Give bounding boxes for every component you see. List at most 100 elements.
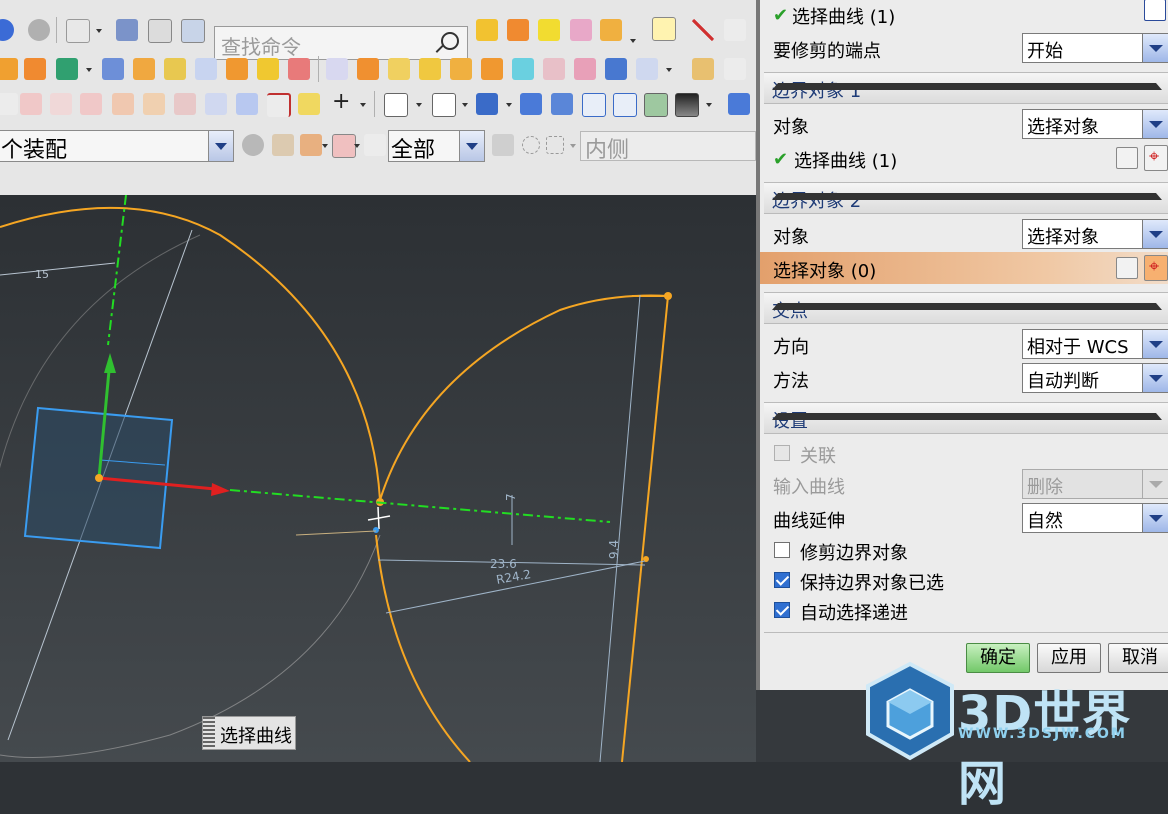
chevron-down-icon[interactable] — [1142, 34, 1168, 62]
box-icon[interactable] — [226, 58, 248, 80]
extract-icon[interactable] — [205, 93, 227, 115]
hand-icon[interactable] — [692, 58, 714, 80]
iso-view-icon[interactable] — [520, 93, 542, 115]
divide-icon[interactable] — [236, 93, 258, 115]
hidden-line-icon[interactable] — [613, 93, 637, 117]
associative-row[interactable]: 关联 — [760, 436, 1168, 470]
boundary-1-object-combo[interactable]: 选择对象 — [1022, 109, 1168, 139]
cone-icon[interactable] — [476, 19, 498, 41]
sketch-canvas[interactable]: 15 23.6 R24.2 7 9.4 — [0, 195, 756, 762]
top-selected-row[interactable]: ✔ 选择曲线 (1) — [760, 0, 1168, 31]
chevron-down-icon[interactable] — [1142, 504, 1168, 532]
chevron-down-icon[interactable] — [1142, 330, 1168, 358]
section-icon[interactable] — [728, 93, 750, 115]
chevron-up-icon[interactable] — [772, 303, 1162, 310]
wave-icon[interactable] — [538, 19, 560, 41]
inner-side-field[interactable]: 内侧 — [580, 131, 756, 163]
undo-icon[interactable] — [0, 19, 14, 41]
sew-icon[interactable] — [450, 58, 472, 80]
intersect-icon[interactable] — [143, 93, 165, 115]
copy-icon[interactable] — [181, 19, 205, 43]
extrude-icon[interactable] — [24, 58, 46, 80]
assembly-icon[interactable] — [600, 19, 622, 41]
section-boundary-2[interactable]: 边界对象 2 — [764, 182, 1168, 214]
surface-icon[interactable] — [164, 58, 186, 80]
wrap-icon[interactable] — [174, 93, 196, 115]
boundary-1-selected-row[interactable]: ✔ 选择曲线 (1) ⌖ — [760, 141, 1168, 175]
circle-select-icon[interactable] — [522, 136, 540, 154]
curve-select-icon[interactable] — [1144, 0, 1166, 21]
section-boundary-1[interactable]: 边界对象 1 — [764, 72, 1168, 104]
boundary-2-selected-row[interactable]: 选择对象 (0) ⌖ — [760, 252, 1168, 284]
keep-boundary-checkbox[interactable] — [774, 572, 790, 588]
chevron-down-icon[interactable] — [208, 131, 233, 161]
redo-icon[interactable] — [28, 19, 50, 41]
layer-icon[interactable] — [148, 19, 172, 43]
input-curve-combo[interactable]: 删除 — [1022, 469, 1168, 499]
text-icon[interactable] — [0, 93, 18, 115]
chevron-down-icon[interactable] — [1142, 110, 1168, 138]
chevron-up-icon[interactable] — [772, 83, 1162, 90]
sphere-icon[interactable] — [636, 58, 658, 80]
section-intersection[interactable]: 交点 — [764, 292, 1168, 324]
trim-body-icon[interactable] — [512, 58, 534, 80]
fillet-icon[interactable] — [0, 58, 18, 80]
chevron-down-icon[interactable] — [1142, 364, 1168, 392]
trim-icon[interactable] — [724, 58, 746, 80]
split-icon[interactable] — [543, 58, 565, 80]
point-dialog-icon[interactable] — [1116, 147, 1138, 169]
front-view-icon[interactable] — [551, 93, 573, 115]
auto-advance-row[interactable]: 自动选择递进 — [760, 593, 1168, 627]
chevron-down-icon[interactable] — [1142, 220, 1168, 248]
project-icon[interactable] — [112, 93, 134, 115]
solid-icon[interactable] — [481, 58, 503, 80]
chevron-up-icon[interactable] — [772, 413, 1162, 420]
gear-icon[interactable] — [242, 134, 264, 156]
boundary-2-object-combo[interactable]: 选择对象 — [1022, 219, 1168, 249]
crosshair-icon[interactable]: ⌖ — [1144, 145, 1168, 171]
point-dialog-icon[interactable] — [1116, 257, 1138, 279]
background-icon[interactable] — [675, 93, 699, 117]
curve-icon[interactable] — [20, 93, 42, 115]
draft-icon[interactable] — [419, 58, 441, 80]
sweep-icon[interactable] — [257, 58, 279, 80]
datum-icon[interactable] — [56, 58, 78, 80]
sketch-icon[interactable] — [507, 19, 529, 41]
keep-boundary-row[interactable]: 保持边界对象已选 — [760, 563, 1168, 597]
edit-icon[interactable] — [116, 19, 138, 41]
wireframe-icon[interactable] — [582, 93, 606, 117]
offset-icon[interactable] — [326, 58, 348, 80]
chevron-up-icon[interactable] — [772, 193, 1162, 200]
chevron-down-icon[interactable] — [459, 131, 484, 161]
offset-curve-icon[interactable] — [80, 93, 102, 115]
shaded-icon[interactable] — [476, 93, 498, 115]
line-icon[interactable] — [692, 19, 714, 41]
graphics-viewport[interactable]: 15 23.6 R24.2 7 9.4 选择曲线 — [0, 195, 756, 762]
chevron-down-icon[interactable] — [1142, 470, 1168, 498]
link-icon[interactable] — [652, 17, 676, 41]
direction-combo[interactable]: 相对于 WCS — [1022, 329, 1168, 359]
studio-icon[interactable] — [644, 93, 668, 117]
subtract-icon[interactable] — [574, 58, 596, 80]
face-icon[interactable] — [288, 58, 310, 80]
trim-curve-icon[interactable] — [66, 19, 90, 43]
plus-icon[interactable]: + — [330, 89, 352, 115]
assembly-filter-combo[interactable]: 个装配 — [0, 130, 234, 163]
point-icon[interactable] — [332, 134, 356, 158]
fit-view-icon[interactable] — [384, 93, 408, 117]
associative-checkbox[interactable] — [774, 445, 790, 461]
marker-icon[interactable] — [298, 93, 320, 115]
endpoint-combo[interactable]: 开始 — [1022, 33, 1168, 63]
select-filter-icon[interactable] — [300, 134, 322, 156]
auto-advance-checkbox[interactable] — [774, 602, 790, 618]
block-icon[interactable] — [570, 19, 592, 41]
cursor-icon[interactable] — [492, 134, 514, 156]
thicken-icon[interactable] — [357, 58, 379, 80]
bridge-icon[interactable] — [50, 93, 72, 115]
shell-icon[interactable] — [133, 58, 155, 80]
corner-icon[interactable] — [267, 93, 291, 117]
crosshair-icon[interactable]: ⌖ — [1144, 255, 1168, 281]
view-icon[interactable] — [432, 93, 456, 117]
method-combo[interactable]: 自动判断 — [1022, 363, 1168, 393]
search-icon[interactable] — [441, 32, 459, 50]
